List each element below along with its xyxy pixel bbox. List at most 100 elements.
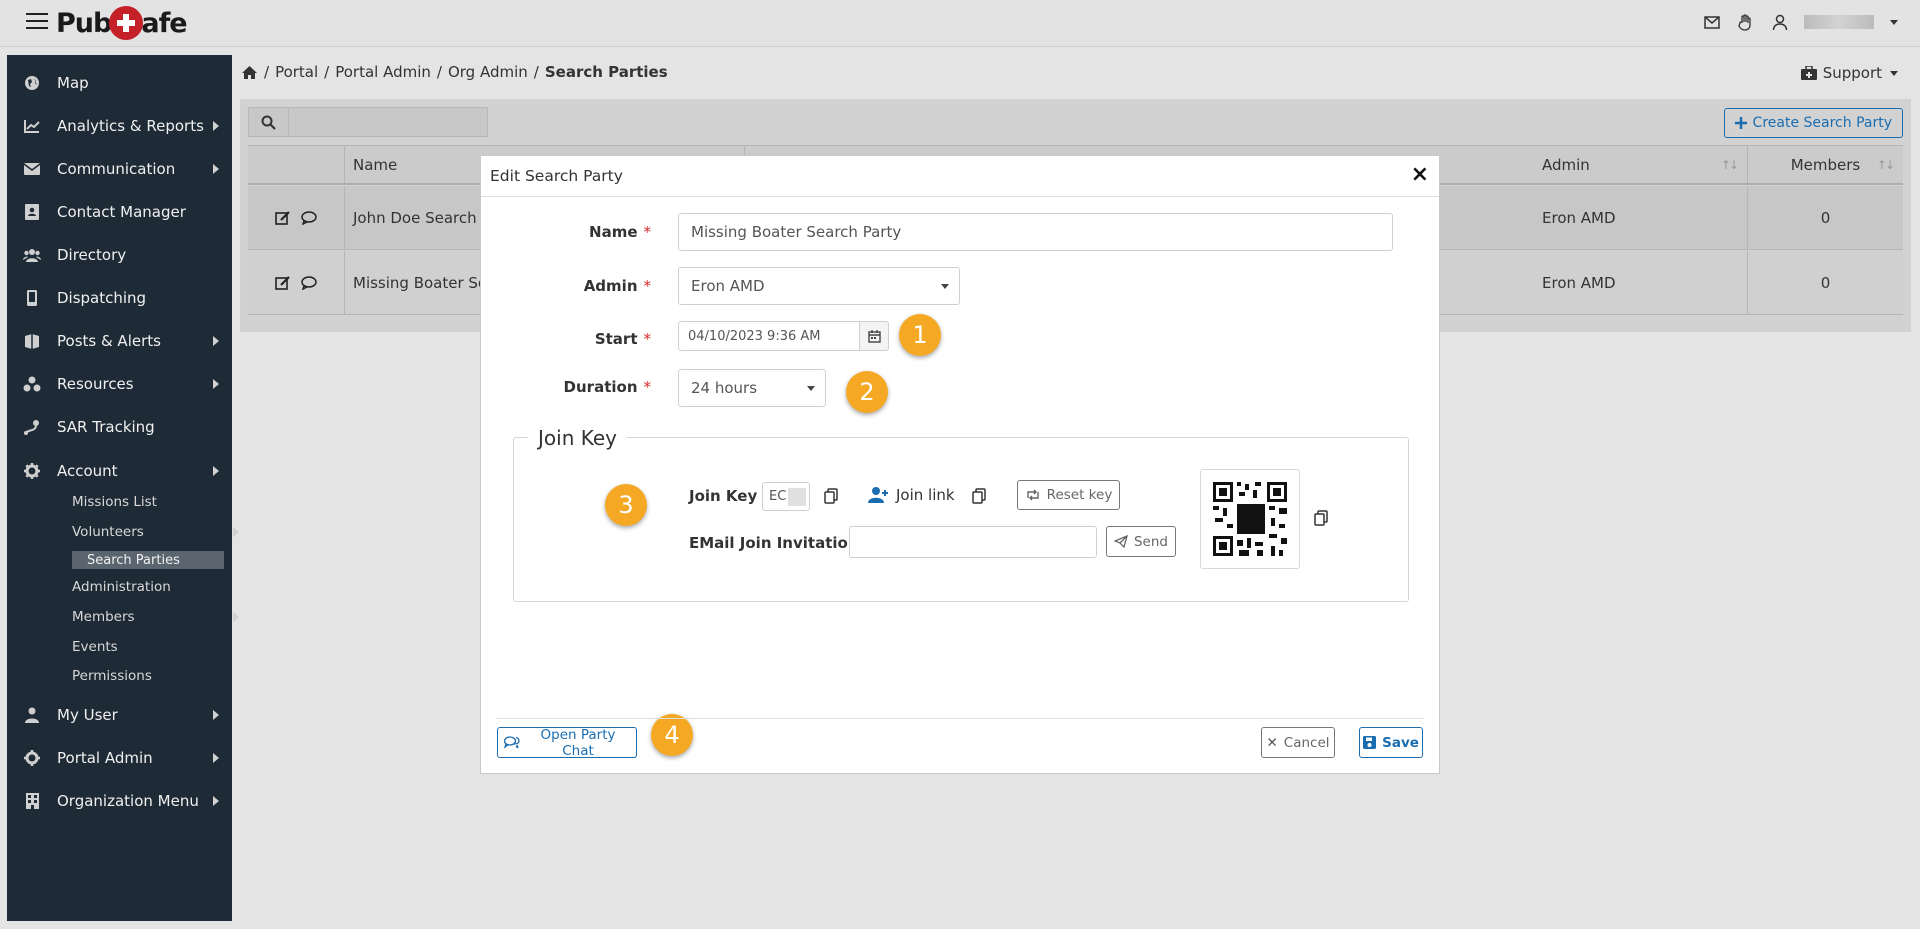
- logo-text-right: afe: [141, 7, 187, 39]
- sidebar-subitem-permissions[interactable]: Permissions: [72, 665, 152, 687]
- sidebar-item-posts-alerts[interactable]: Posts & Alerts: [7, 321, 232, 361]
- sidebar-item-account[interactable]: Account: [7, 451, 232, 491]
- cancel-button[interactable]: ✕ Cancel: [1261, 727, 1335, 758]
- breadcrumb-separator: /: [264, 63, 270, 81]
- row-admin: Eron AMD: [1523, 251, 1748, 314]
- hamburger-menu-icon[interactable]: [26, 13, 48, 31]
- sidebar-item-organization-menu[interactable]: Organization Menu: [7, 781, 232, 821]
- user-name-redacted[interactable]: [1804, 15, 1874, 29]
- sidebar-subitem-events[interactable]: Events: [72, 636, 118, 658]
- sidebar-item-label: Analytics & Reports: [57, 117, 204, 135]
- sort-icon[interactable]: ↑↓: [1877, 158, 1895, 172]
- close-icon[interactable]: ×: [1411, 164, 1429, 186]
- email-invitation-input[interactable]: [849, 526, 1097, 558]
- sidebar-item-portal-admin[interactable]: Portal Admin: [7, 738, 232, 778]
- start-label-text: Start: [594, 330, 638, 348]
- join-link-label[interactable]: Join link: [896, 486, 955, 504]
- logo-text-left: Pub: [56, 7, 112, 39]
- callout-badge-2: 2: [846, 371, 888, 413]
- name-input[interactable]: Missing Boater Search Party: [678, 213, 1393, 251]
- send-button[interactable]: Send: [1106, 526, 1176, 557]
- sidebar-item-contact-manager[interactable]: Contact Manager: [7, 192, 232, 232]
- row-members: 0: [1820, 273, 1831, 292]
- chevron-right-icon: [213, 466, 219, 476]
- join-key-input[interactable]: EC: [762, 482, 810, 511]
- sidebar-item-directory[interactable]: Directory: [7, 235, 232, 275]
- sidebar-item-dispatching[interactable]: Dispatching: [7, 278, 232, 318]
- save-button[interactable]: Save: [1359, 727, 1423, 758]
- row-actions: [248, 251, 345, 314]
- users-icon: [23, 246, 41, 264]
- app-logo[interactable]: Pub afe: [56, 4, 188, 42]
- chevron-down-icon: [807, 386, 815, 391]
- join-key-value: EC: [769, 489, 787, 504]
- copy-icon[interactable]: [824, 488, 838, 504]
- building-icon: [23, 792, 41, 810]
- table-header-admin[interactable]: Admin ↑↓: [1523, 146, 1748, 183]
- sidebar-subitem-label: Administration: [72, 579, 171, 595]
- sidebar-item-label: Resources: [57, 375, 134, 393]
- user-icon[interactable]: [1770, 12, 1790, 32]
- sidebar-subitem-search-parties[interactable]: Search Parties: [72, 551, 224, 569]
- breadcrumb-separator: /: [533, 63, 539, 81]
- retweet-icon: [1025, 489, 1041, 501]
- breadcrumb-org-admin[interactable]: Org Admin: [448, 63, 528, 81]
- reset-key-label: Reset key: [1046, 487, 1113, 503]
- sort-icon[interactable]: ↑↓: [1721, 158, 1739, 172]
- support-menu[interactable]: Support: [1800, 64, 1898, 82]
- table-header-label: Members: [1790, 155, 1861, 174]
- sidebar-subitem-administration[interactable]: Administration: [72, 576, 171, 598]
- breadcrumb-portal[interactable]: Portal: [275, 63, 318, 81]
- edit-icon[interactable]: [275, 210, 291, 226]
- sidebar-item-map[interactable]: Map: [7, 63, 232, 103]
- modal-title: Edit Search Party: [490, 167, 623, 185]
- create-search-party-button[interactable]: Create Search Party: [1723, 108, 1903, 138]
- table-header-actions: [248, 146, 345, 183]
- reset-key-button[interactable]: Reset key: [1017, 480, 1120, 510]
- admin-label-text: Admin: [583, 277, 638, 295]
- sidebar-item-my-user[interactable]: My User: [7, 695, 232, 735]
- sidebar-subitem-label: Search Parties: [87, 552, 180, 568]
- top-bar: Pub afe: [0, 0, 1920, 47]
- breadcrumb-portal-admin[interactable]: Portal Admin: [335, 63, 431, 81]
- start-datetime-input[interactable]: 04/10/2023 9:36 AM: [678, 321, 860, 351]
- user-plus-icon[interactable]: [868, 486, 889, 503]
- sidebar-item-label: Contact Manager: [57, 203, 186, 221]
- calendar-icon[interactable]: [859, 321, 889, 351]
- table-header-label: Admin: [1542, 155, 1590, 174]
- required-mark: *: [643, 277, 652, 295]
- admin-select[interactable]: Eron AMD: [678, 267, 960, 305]
- globe-icon: [23, 74, 41, 92]
- chat-icon[interactable]: [301, 210, 317, 225]
- sidebar-subitem-volunteers[interactable]: Volunteers: [72, 521, 239, 543]
- email-invitation-label: EMail Join Invitation: [689, 534, 859, 552]
- modal-footer-divider: [496, 718, 1424, 719]
- chevron-right-icon: [213, 753, 219, 763]
- sidebar-item-analytics[interactable]: Analytics & Reports: [7, 106, 232, 146]
- gear-icon: [23, 749, 41, 767]
- chevron-down-icon: [1890, 70, 1898, 76]
- sidebar-subitem-members[interactable]: Members: [72, 606, 239, 628]
- duration-select[interactable]: 24 hours: [678, 369, 826, 407]
- sidebar-item-label: SAR Tracking: [57, 418, 155, 436]
- table-header-members[interactable]: Members ↑↓: [1748, 146, 1903, 183]
- sidebar-item-communication[interactable]: Communication: [7, 149, 232, 189]
- copy-qr-icon[interactable]: [1314, 510, 1328, 526]
- sidebar-subitem-missions-list[interactable]: Missions List: [72, 491, 157, 513]
- chat-icon[interactable]: [301, 275, 317, 290]
- sidebar-item-sar-tracking[interactable]: SAR Tracking: [7, 407, 232, 447]
- row-actions: [248, 186, 345, 249]
- envelope-icon[interactable]: [1702, 12, 1722, 32]
- sidebar-item-label: Portal Admin: [57, 749, 153, 767]
- home-icon[interactable]: [241, 65, 258, 80]
- chevron-down-icon[interactable]: [1890, 19, 1898, 25]
- chevron-right-icon: [213, 710, 219, 720]
- sidebar-item-resources[interactable]: Resources: [7, 364, 232, 404]
- hand-icon[interactable]: [1736, 12, 1756, 32]
- edit-icon[interactable]: [275, 275, 291, 291]
- open-party-chat-button[interactable]: Open Party Chat: [497, 727, 637, 759]
- search-icon[interactable]: [249, 108, 289, 136]
- search-input[interactable]: [289, 108, 487, 136]
- duration-select-value: 24 hours: [691, 379, 758, 397]
- copy-icon[interactable]: [972, 488, 986, 504]
